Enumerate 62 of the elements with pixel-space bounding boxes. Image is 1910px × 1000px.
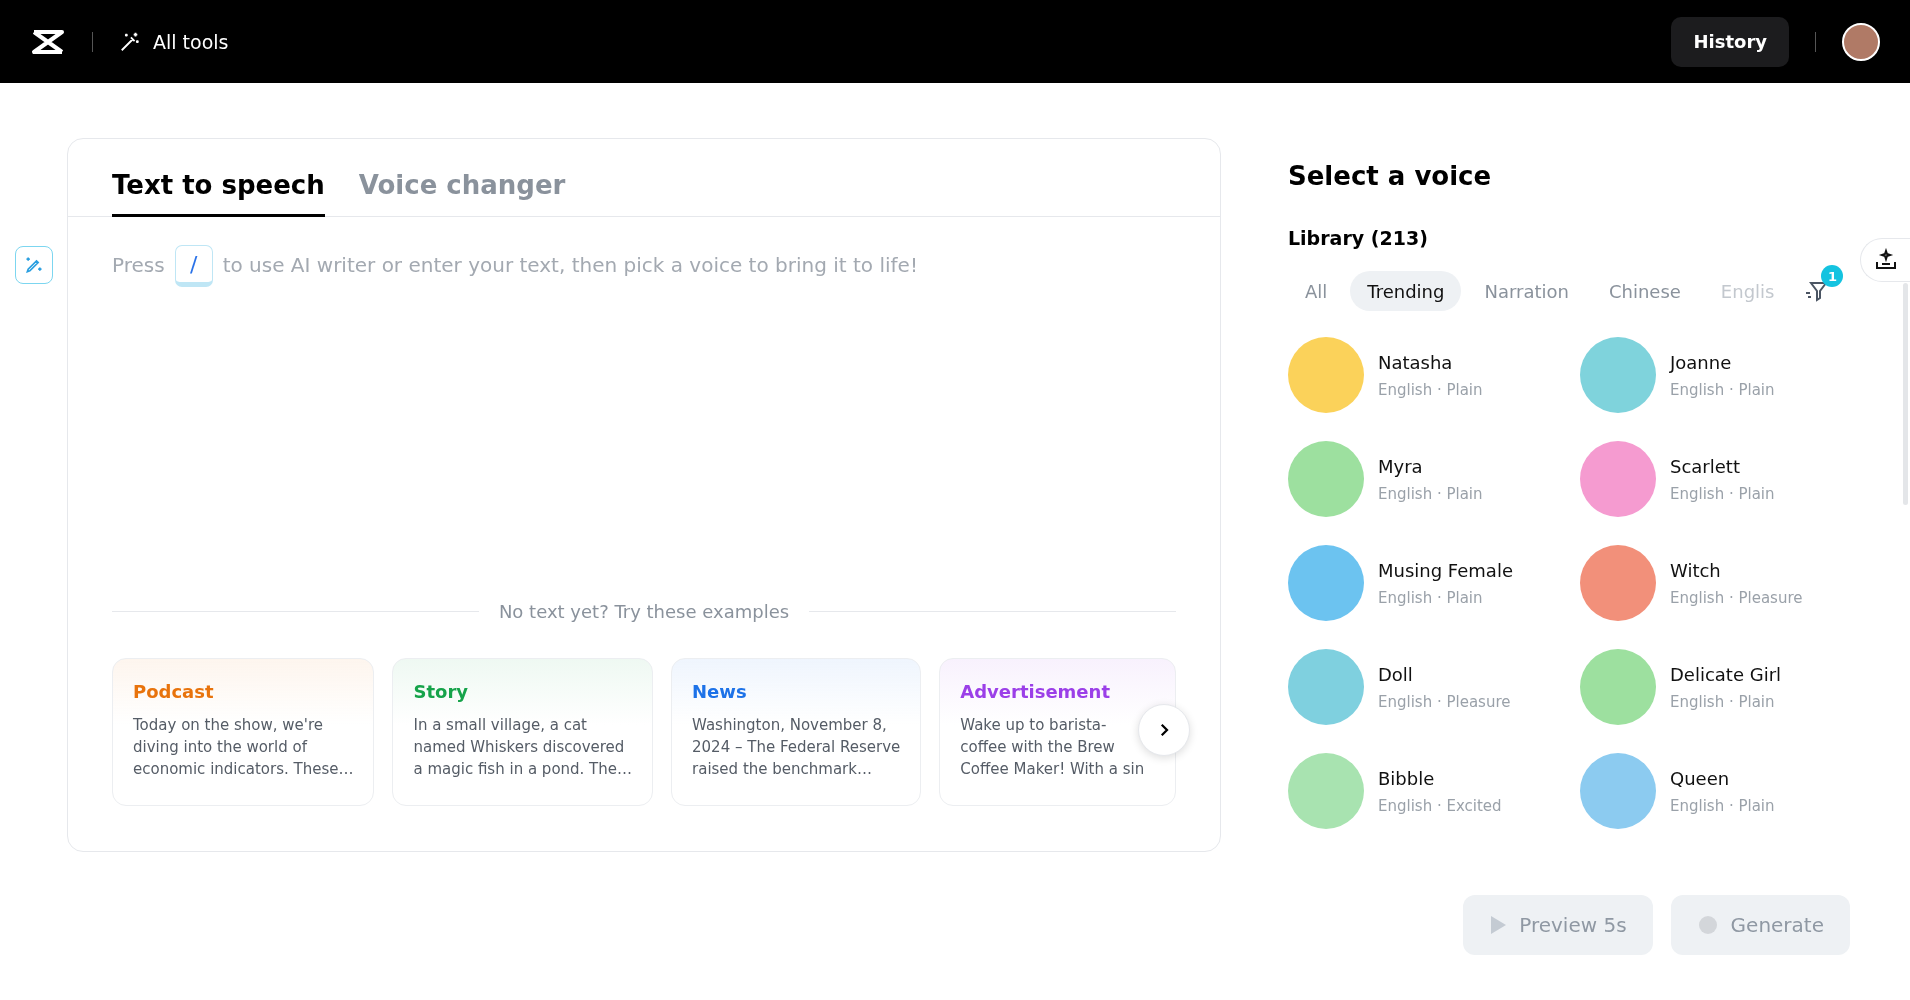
voice-name: Natasha	[1378, 351, 1454, 373]
scrollbar[interactable]	[1903, 283, 1908, 505]
voice-meta: English · Plain	[1378, 380, 1483, 399]
filter-chip[interactable]: Trending	[1350, 271, 1462, 311]
play-icon	[1489, 915, 1508, 935]
filter-count-badge: 1	[1821, 265, 1844, 287]
voice-name: Witch	[1670, 559, 1722, 581]
sparkle-tray-icon	[1873, 248, 1898, 272]
example-card[interactable]: Advertisement Wake up to barista- coffee with the Brew Coffee Maker! With a sin	[939, 658, 1176, 806]
voice-item[interactable]: Queen English · Plain	[1580, 753, 1860, 829]
dot-icon	[1696, 914, 1719, 936]
library-heading: Library (213)	[1288, 227, 1429, 249]
voice-meta: English · Plain	[1378, 484, 1483, 503]
example-title: Advertisement	[960, 681, 1111, 702]
tab[interactable]: Text to speech	[112, 170, 325, 217]
voice-name: Queen	[1670, 767, 1731, 789]
panel-title: Select a voice	[1288, 161, 1493, 191]
history-button[interactable]: History	[1671, 16, 1789, 67]
example-card[interactable]: Podcast Today on the show, we're diving into the world of economic indicators. These…	[112, 658, 375, 806]
example-text: Washington, November 8, 2024 – The Federal Reserve raised the benchmark…	[692, 715, 901, 780]
example-title: News	[692, 681, 748, 702]
example-card[interactable]: News Washington, November 8, 2024 – The Federal Reserve raised the benchmark…	[671, 658, 922, 806]
voice-meta: English · Plain	[1670, 692, 1776, 711]
voice-item[interactable]: Bibble English · Excited	[1288, 753, 1580, 829]
example-title: Podcast	[133, 681, 215, 702]
example-title: Story	[413, 681, 469, 702]
voice-name: Scarlett	[1670, 455, 1741, 477]
voice-item[interactable]: Scarlett English · Plain	[1580, 441, 1860, 517]
voice-name: Joanne	[1670, 351, 1733, 373]
voice-item[interactable]: Joanne English · Plain	[1580, 337, 1860, 413]
magic-pen-icon	[23, 255, 44, 275]
voice-meta: English · Plain	[1378, 588, 1484, 607]
ai-writer-button[interactable]	[14, 246, 53, 284]
user-avatar[interactable]	[1842, 22, 1880, 61]
examples-heading: No text yet? Try these examples	[498, 601, 790, 622]
voice-meta: English · Plain	[1670, 484, 1775, 503]
prompt-text: to use AI writer or enter your text, then pick a voice to bring it to life!	[222, 252, 918, 279]
voice-name: Bibble	[1378, 767, 1436, 789]
voice-meta: English · Excited	[1378, 796, 1502, 815]
voice-item[interactable]: Witch English · Pleasure	[1580, 545, 1860, 621]
voice-item[interactable]: Myra English · Plain	[1288, 441, 1580, 517]
voice-meta: English · Pleasure	[1378, 692, 1511, 711]
slash-key: /	[174, 245, 213, 287]
upload-voice-button[interactable]	[1860, 238, 1910, 282]
voice-meta: English · Plain	[1670, 796, 1775, 815]
prompt-text: Press	[112, 252, 165, 279]
example-card[interactable]: Story In a small village, a cat named Whiskers discovered a magic fish in a pond. The…	[392, 658, 654, 806]
voice-item[interactable]: Doll English · Pleasure	[1288, 649, 1580, 725]
example-text: Today on the show, we're diving into the world of economic indicators. These…	[133, 715, 354, 780]
voice-meta: English · Plain	[1670, 380, 1775, 399]
voice-item[interactable]: Natasha English · Plain	[1288, 337, 1580, 413]
example-text: In a small village, a cat named Whiskers discovered a magic fish in a pond. The…	[413, 715, 633, 780]
voice-name: Doll	[1378, 663, 1414, 685]
voice-name: Musing Female	[1378, 559, 1513, 581]
voice-name: Myra	[1378, 455, 1424, 477]
example-text: Wake up to barista- coffee with the Brew Coffee Maker! With a sin	[960, 715, 1146, 780]
all-tools-link[interactable]: All tools	[119, 30, 229, 53]
voice-meta: English · Pleasure	[1670, 588, 1803, 607]
voice-item[interactable]: Musing Female English · Plain	[1288, 545, 1580, 621]
voice-name: Delicate Girl	[1670, 663, 1782, 685]
magic-wand-icon	[119, 30, 141, 53]
voice-item[interactable]: Delicate Girl English · Plain	[1580, 649, 1860, 725]
